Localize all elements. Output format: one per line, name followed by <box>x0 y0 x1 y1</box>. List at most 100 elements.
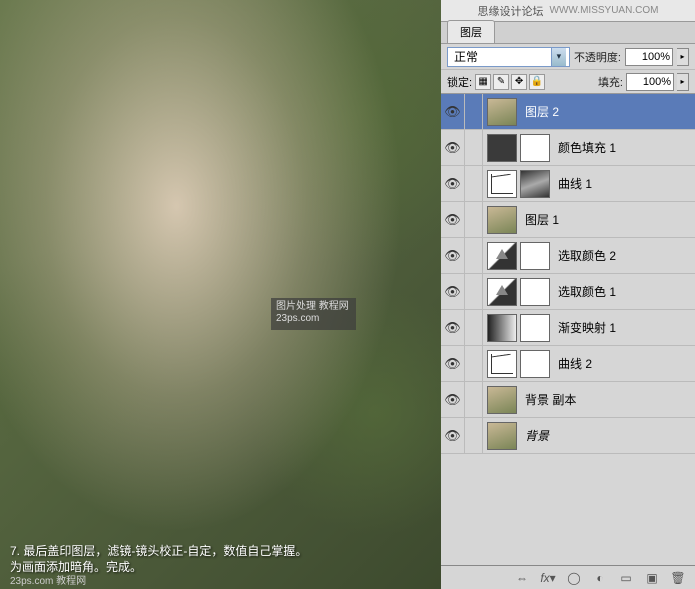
watermark-line1: 图片处理 教程网 <box>276 301 351 313</box>
opacity-label: 不透明度: <box>574 49 621 65</box>
link-col <box>465 382 483 417</box>
group-icon[interactable]: ▭ <box>617 570 635 586</box>
eye-icon: 👁 <box>444 176 461 192</box>
layer-row[interactable]: 👁 图层 2 <box>441 94 695 130</box>
layer-thumbnail[interactable] <box>487 278 517 306</box>
fill-stepper[interactable]: ▸ <box>677 73 689 91</box>
new-layer-icon[interactable]: ▣ <box>643 570 661 586</box>
link-col <box>465 166 483 201</box>
visibility-toggle[interactable]: 👁 <box>441 382 465 417</box>
caption-url: 23ps.com 教程网 <box>10 572 86 587</box>
layer-thumbnail[interactable] <box>487 206 517 234</box>
link-col <box>465 274 483 309</box>
layer-name-label[interactable]: 背景 副本 <box>525 391 576 408</box>
layer-thumbnail[interactable] <box>487 134 517 162</box>
layer-thumbnail[interactable] <box>487 314 517 342</box>
eye-icon: 👁 <box>444 392 461 408</box>
layer-row[interactable]: 👁 曲线 1 <box>441 166 695 202</box>
opacity-input[interactable]: 100% <box>625 48 673 66</box>
fill-label: 填充: <box>598 74 623 90</box>
layer-name-label[interactable]: 颜色填充 1 <box>558 139 616 156</box>
lock-all-icon[interactable]: 🔒 <box>529 74 545 90</box>
link-col <box>465 238 483 273</box>
fill-input[interactable]: 100% <box>626 73 674 91</box>
layer-thumbnail[interactable] <box>487 422 517 450</box>
layer-row[interactable]: 👁 选取颜色 1 <box>441 274 695 310</box>
link-col <box>465 94 483 129</box>
layer-row[interactable]: 👁 颜色填充 1 <box>441 130 695 166</box>
layer-name-label[interactable]: 曲线 1 <box>558 175 592 192</box>
visibility-toggle[interactable]: 👁 <box>441 202 465 237</box>
layer-row[interactable]: 👁 曲线 2 <box>441 346 695 382</box>
layer-mask-thumbnail[interactable] <box>520 350 550 378</box>
visibility-toggle[interactable]: 👁 <box>441 238 465 273</box>
layer-thumbnail[interactable] <box>487 350 517 378</box>
photo-preview: 图片处理 教程网 23ps.com 7. 最后盖印图层，滤镜-镜头校正-自定，数… <box>0 0 441 589</box>
layer-name-label[interactable]: 曲线 2 <box>558 355 592 372</box>
link-col <box>465 130 483 165</box>
link-col <box>465 310 483 345</box>
link-col <box>465 418 483 453</box>
app-title-bar: 思缘设计论坛 WWW.MISSYUAN.COM <box>441 0 695 22</box>
panel-bottom-bar: ⇔ fx▾ ◯ ◐ ▭ ▣ 🗑 <box>441 565 695 589</box>
layer-name-label[interactable]: 背景 <box>525 427 549 444</box>
layer-name-label[interactable]: 选取颜色 1 <box>558 283 616 300</box>
caption-line1: 7. 最后盖印图层，滤镜-镜头校正-自定，数值自己掌握。 <box>10 543 307 559</box>
eye-icon: 👁 <box>444 428 461 444</box>
layer-name-label[interactable]: 渐变映射 1 <box>558 319 616 336</box>
eye-icon: 👁 <box>444 284 461 300</box>
lock-row: 锁定: ▦ ✎ ✥ 🔒 填充: 100% ▸ <box>441 70 695 94</box>
lock-transparency-icon[interactable]: ▦ <box>475 74 491 90</box>
chevron-down-icon: ▾ <box>551 48 566 66</box>
eye-icon: 👁 <box>444 140 461 156</box>
visibility-toggle[interactable]: 👁 <box>441 166 465 201</box>
visibility-toggle[interactable]: 👁 <box>441 94 465 129</box>
eye-icon: 👁 <box>444 356 461 372</box>
layer-mask-thumbnail[interactable] <box>520 134 550 162</box>
watermark: 图片处理 教程网 23ps.com <box>271 298 356 330</box>
lock-pixels-icon[interactable]: ✎ <box>493 74 509 90</box>
blend-mode-select[interactable]: 正常 ▾ <box>447 47 570 67</box>
layer-row[interactable]: 👁 选取颜色 2 <box>441 238 695 274</box>
layers-panel: 思缘设计论坛 WWW.MISSYUAN.COM 图层 正常 ▾ 不透明度: 10… <box>441 0 695 589</box>
subject-overlay <box>0 0 441 589</box>
layer-mask-thumbnail[interactable] <box>520 242 550 270</box>
eye-icon: 👁 <box>444 248 461 264</box>
step-caption: 7. 最后盖印图层，滤镜-镜头校正-自定，数值自己掌握。 为画面添加暗角。完成。 <box>10 543 307 575</box>
eye-icon: 👁 <box>444 320 461 336</box>
layer-mask-thumbnail[interactable] <box>520 170 550 198</box>
layer-thumbnail[interactable] <box>487 386 517 414</box>
visibility-toggle[interactable]: 👁 <box>441 310 465 345</box>
lock-icons: ▦ ✎ ✥ 🔒 <box>475 74 545 90</box>
fx-icon[interactable]: fx▾ <box>539 570 557 586</box>
visibility-toggle[interactable]: 👁 <box>441 274 465 309</box>
opacity-stepper[interactable]: ▸ <box>677 48 689 66</box>
app-name: 思缘设计论坛 <box>478 3 544 19</box>
layer-row[interactable]: 👁 图层 1 <box>441 202 695 238</box>
blend-row: 正常 ▾ 不透明度: 100% ▸ <box>441 44 695 70</box>
layer-name-label[interactable]: 选取颜色 2 <box>558 247 616 264</box>
watermark-line2: 23ps.com <box>276 313 351 325</box>
layer-thumbnail[interactable] <box>487 98 517 126</box>
mask-icon[interactable]: ◯ <box>565 570 583 586</box>
layer-thumbnail[interactable] <box>487 170 517 198</box>
trash-icon[interactable]: 🗑 <box>669 570 687 586</box>
visibility-toggle[interactable]: 👁 <box>441 418 465 453</box>
layer-mask-thumbnail[interactable] <box>520 278 550 306</box>
visibility-toggle[interactable]: 👁 <box>441 130 465 165</box>
layers-list[interactable]: 👁 图层 2 👁 颜色填充 1 👁 曲线 1 👁 图层 1 👁 选取颜色 2 👁 选取颜色 1 👁 渐变映… <box>441 94 695 565</box>
layer-row[interactable]: 👁 背景 <box>441 418 695 454</box>
lock-position-icon[interactable]: ✥ <box>511 74 527 90</box>
eye-icon: 👁 <box>444 212 461 228</box>
link-col <box>465 202 483 237</box>
layer-row[interactable]: 👁 渐变映射 1 <box>441 310 695 346</box>
layer-mask-thumbnail[interactable] <box>520 314 550 342</box>
link-layers-icon[interactable]: ⇔ <box>513 570 531 586</box>
layer-name-label[interactable]: 图层 2 <box>525 103 559 120</box>
visibility-toggle[interactable]: 👁 <box>441 346 465 381</box>
layer-row[interactable]: 👁 背景 副本 <box>441 382 695 418</box>
layer-thumbnail[interactable] <box>487 242 517 270</box>
tab-layers[interactable]: 图层 <box>447 20 495 43</box>
layer-name-label[interactable]: 图层 1 <box>525 211 559 228</box>
adjustment-icon[interactable]: ◐ <box>591 570 609 586</box>
